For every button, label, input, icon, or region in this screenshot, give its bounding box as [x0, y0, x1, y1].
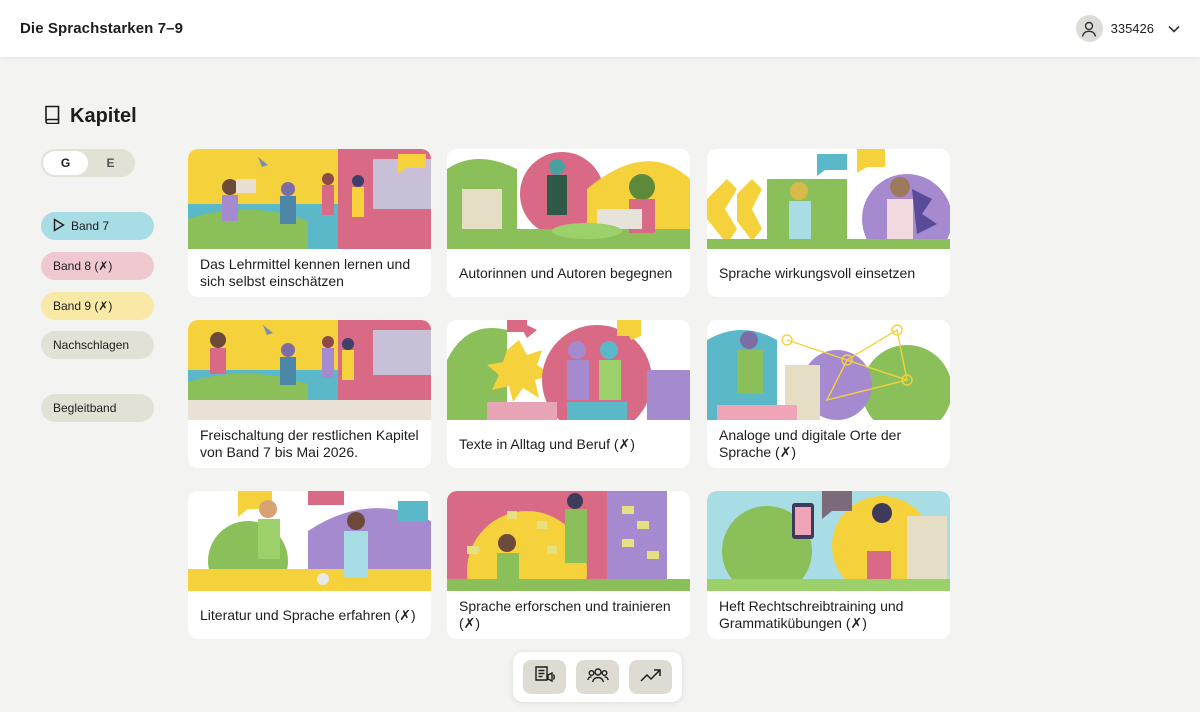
chapter-illustration — [188, 149, 431, 249]
sidebar-item-label: Band 9 (✗) — [53, 299, 113, 313]
chapter-card[interactable]: Freischaltung der restlichen Kapitel von… — [188, 320, 431, 468]
chapter-title: Das Lehrmittel kennen lernen und sich se… — [200, 256, 411, 289]
chapter-illustration — [707, 491, 950, 591]
chevron-down-icon — [1168, 25, 1180, 33]
sidebar-item-begleitband[interactable]: Begleitband — [41, 394, 154, 422]
progress-chart-icon — [639, 667, 662, 688]
sidebar-item-label: Band 7 — [71, 219, 110, 233]
progress-button[interactable] — [629, 660, 672, 694]
user-id: 335426 — [1110, 21, 1154, 36]
sidebar-item-band-8[interactable]: Band 8 (✗) — [41, 252, 154, 280]
sidebar-item-band-9[interactable]: Band 9 (✗) — [41, 292, 154, 320]
sidebar-item-label: Band 8 (✗) — [53, 259, 113, 273]
chapter-illustration — [447, 491, 690, 591]
chapter-illustration — [447, 149, 690, 249]
chapter-card[interactable]: Analoge und digitale Orte der Sprache (✗… — [707, 320, 950, 468]
chapter-illustration — [188, 320, 431, 420]
app-title: Die Sprachstarken 7–9 — [20, 20, 184, 37]
group-button[interactable] — [576, 660, 619, 694]
sidebar-item-label: Nachschlagen — [53, 338, 130, 352]
sidebar-item-band-7[interactable]: Band 7 — [41, 212, 154, 240]
toggle-option-g[interactable]: G — [43, 151, 88, 175]
chapter-title: Sprache erforschen und trainieren (✗) — [459, 598, 671, 631]
chapter-illustration — [707, 149, 950, 249]
chapter-title: Analoge und digitale Orte der Sprache (✗… — [719, 427, 902, 460]
chapter-card[interactable]: Autorinnen und Autoren begegnen — [447, 149, 690, 297]
tool-dock — [513, 652, 682, 702]
chapter-card[interactable]: Texte in Alltag und Beruf (✗) — [447, 320, 690, 468]
chapter-card[interactable]: Das Lehrmittel kennen lernen und sich se… — [188, 149, 431, 297]
chapter-title: Freischaltung der restlichen Kapitel von… — [200, 427, 419, 460]
chapter-card[interactable]: Literatur und Sprache erfahren (✗) — [188, 491, 431, 639]
chapter-illustration — [188, 491, 431, 591]
play-icon — [53, 217, 65, 235]
chapter-title: Texte in Alltag und Beruf (✗) — [459, 435, 635, 452]
chapter-illustration — [707, 320, 950, 420]
read-aloud-icon — [534, 665, 556, 690]
top-bar: Die Sprachstarken 7–9 335426 — [0, 0, 1200, 57]
chapter-title: Autorinnen und Autoren begegnen — [459, 264, 673, 281]
sidebar-item-label: Begleitband — [53, 401, 117, 415]
user-menu[interactable]: 335426 — [1075, 15, 1180, 42]
book-icon — [43, 104, 62, 129]
chapter-card[interactable]: Sprache erforschen und trainieren (✗) — [447, 491, 690, 639]
section-heading: Kapitel — [43, 104, 137, 129]
chapter-title: Literatur und Sprache erfahren (✗) — [200, 606, 416, 623]
chapter-card[interactable]: Heft Rechtschreibtraining und Grammatikü… — [707, 491, 950, 639]
chapter-illustration — [447, 320, 690, 420]
chapter-card[interactable]: Sprache wirkungsvoll einsetzen — [707, 149, 950, 297]
sidebar-item-nachschlagen[interactable]: Nachschlagen — [41, 331, 154, 359]
read-aloud-button[interactable] — [523, 660, 566, 694]
toggle-option-e[interactable]: E — [88, 151, 133, 175]
chapter-title: Sprache wirkungsvoll einsetzen — [719, 264, 916, 281]
user-icon — [1075, 15, 1103, 42]
group-icon — [586, 666, 609, 689]
level-toggle: G E — [41, 149, 135, 177]
page-title: Kapitel — [70, 105, 137, 127]
chapter-title: Heft Rechtschreibtraining und Grammatikü… — [719, 598, 904, 631]
